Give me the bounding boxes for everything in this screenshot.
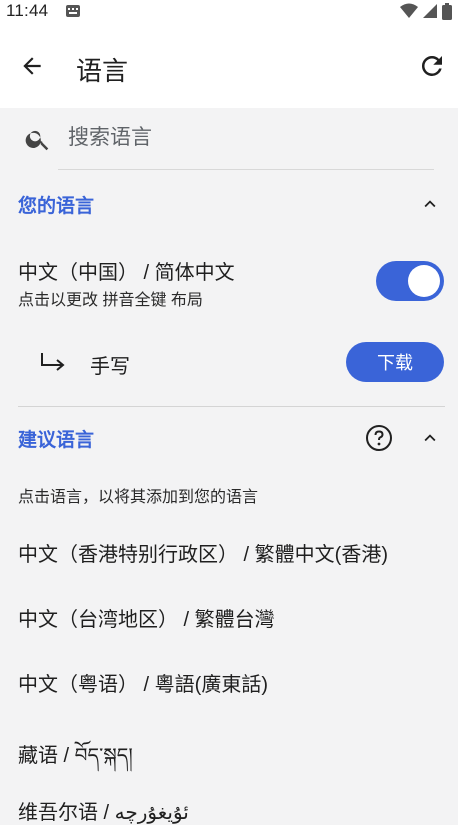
language-item-zh-cn[interactable]: 中文（中国） / 简体中文 点击以更改 拼音全键 布局 (0, 250, 458, 320)
chevron-up-icon (424, 434, 436, 442)
suggested-language-item[interactable]: 维吾尔语 / ئۇيغۇرچە (18, 796, 189, 825)
status-time: 11:44 (6, 1, 49, 20)
toggle-knob (408, 265, 440, 297)
suggested-language-item[interactable]: 中文（香港特别行政区） / 繁體中文(香港) (18, 538, 388, 567)
help-button[interactable] (364, 423, 394, 453)
language-name: 中文（中国） / 简体中文 (18, 262, 235, 284)
wifi-icon (400, 3, 418, 18)
your-languages-title: 您的语言 (18, 196, 95, 217)
battery-icon (442, 2, 452, 20)
app-bar: 语言 (0, 24, 458, 108)
search-icon (25, 130, 49, 151)
search-input[interactable] (58, 118, 444, 158)
refresh-button[interactable] (414, 48, 450, 84)
handwriting-label: 手写 (90, 356, 130, 378)
back-button[interactable] (14, 48, 50, 84)
status-indicators (400, 2, 452, 20)
suggested-language-item[interactable]: 中文（台湾地区） / 繁體台灣 (18, 603, 275, 632)
suggested-languages-title: 建议语言 (18, 430, 95, 451)
suggested-language-item[interactable]: 藏语 / བོད་སྐད། (18, 733, 133, 789)
suggested-hint: 点击语言，以将其添加到您的语言 (18, 489, 259, 506)
handwriting-row: 手写 下载 (0, 336, 458, 392)
suggested-languages-header[interactable]: 建议语言 (0, 411, 458, 465)
search-underline (58, 169, 434, 170)
collapse-suggested-languages-button[interactable] (416, 424, 444, 452)
suggested-language-item[interactable]: 中文（粤语） / 粵語(廣東話) (18, 668, 268, 697)
section-divider (18, 406, 445, 407)
language-enabled-toggle[interactable] (376, 261, 444, 301)
search-bar (0, 108, 458, 170)
chevron-up-icon (424, 200, 436, 208)
signal-icon (423, 4, 437, 18)
download-handwriting-button[interactable]: 下载 (346, 342, 444, 382)
subdirectory-arrow-icon (41, 353, 65, 371)
your-languages-header[interactable]: 您的语言 (0, 177, 458, 231)
collapse-your-languages-button[interactable] (416, 190, 444, 218)
status-bar: 11:44 (0, 0, 458, 24)
page-title: 语言 (76, 56, 129, 86)
refresh-icon (421, 55, 442, 76)
language-layout-subtitle: 点击以更改 拼音全键 布局 (18, 292, 203, 309)
help-circle-icon (366, 425, 392, 451)
notification-keyboard-icon (66, 5, 80, 17)
arrow-back-icon (23, 57, 41, 75)
